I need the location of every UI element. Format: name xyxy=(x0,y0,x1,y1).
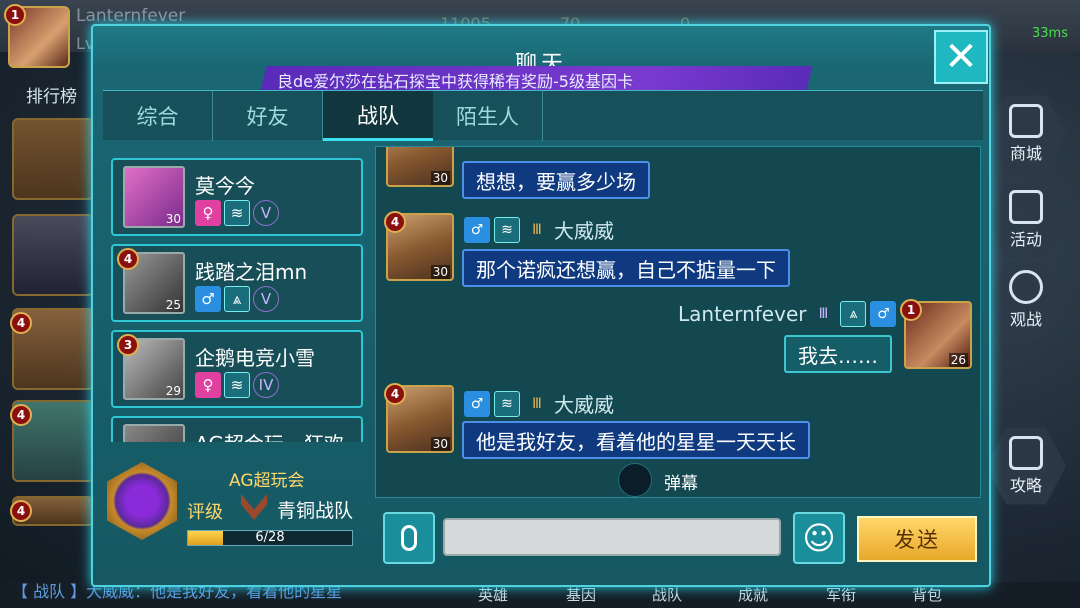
team-rank: 青铜战队 xyxy=(277,500,354,522)
book-icon xyxy=(1009,436,1043,470)
eye-icon xyxy=(1009,270,1043,304)
guide-button[interactable]: 攻略 xyxy=(986,426,1066,506)
nav-genes[interactable]: 基因 xyxy=(566,584,596,605)
male-icon: ♂ xyxy=(195,286,221,312)
nav-backpack[interactable]: 背包 xyxy=(912,584,942,605)
sender-badge: 1 xyxy=(900,299,922,321)
member-name: AG超会玩，狂欢 xyxy=(195,428,344,442)
nav-military-rank[interactable]: 军衔 xyxy=(826,584,856,605)
rank-chevron-icon: ≋ xyxy=(224,200,250,226)
sender-info: Lanternfever Ⅲ ⩓ ♂ xyxy=(678,301,897,327)
chat-modal: 聊天 良de爱尔莎在钻石探宝中获得稀有奖励-5级基因卡 ✕ 综合 好友 战队 陌… xyxy=(91,24,991,587)
sender-info: ♂ ≋ Ⅲ 大威威 xyxy=(464,215,614,244)
player-level-badge: 1 xyxy=(4,4,26,26)
rank-badge: 4 xyxy=(10,500,32,522)
female-icon: ♀ xyxy=(195,372,221,398)
chat-tabs: 综合 好友 战队 陌生人 xyxy=(103,90,983,141)
danmu-icon xyxy=(618,463,652,497)
team-emblem-icon xyxy=(107,462,177,540)
chat-input-bar: ☺ 发送 xyxy=(375,506,981,576)
ping-indicator: 33ms xyxy=(1032,26,1068,41)
tab-team[interactable]: 战队 xyxy=(323,91,433,141)
male-icon: ♂ xyxy=(870,301,897,327)
voice-button[interactable] xyxy=(383,512,435,564)
team-name: AG超玩会 xyxy=(229,471,305,491)
male-icon: ♂ xyxy=(464,390,490,417)
rank-chevron-icon: ⩓ xyxy=(840,301,867,327)
bookmark-icon xyxy=(1009,190,1043,224)
member-item[interactable]: 25 4 践踏之泪mn ♂ ⩓ V xyxy=(111,244,363,322)
player-name: Lanternfever xyxy=(76,6,186,26)
member-badge: 3 xyxy=(117,334,139,356)
tab-general[interactable]: 综合 xyxy=(103,91,213,141)
rank-chevron-icon: ⩓ xyxy=(224,286,250,312)
laurel-rank-icon: Ⅲ xyxy=(532,221,542,238)
bronze-rank-icon xyxy=(241,494,267,520)
vip-rank-icon: V xyxy=(253,200,279,226)
member-item[interactable]: 29 3 企鹅电竞小雪 ♀ ≋ IV xyxy=(111,330,363,408)
leaderboard-avatar[interactable] xyxy=(12,214,94,296)
member-item[interactable]: AG超会玩，狂欢 xyxy=(111,416,363,442)
rank-chevron-icon: ≋ xyxy=(494,390,520,417)
sender-name: 大威威 xyxy=(554,393,614,417)
leaderboard-avatar[interactable] xyxy=(12,118,94,200)
rank-badge: 4 xyxy=(10,404,32,426)
sender-badge: 4 xyxy=(384,211,406,233)
sender-name: Lanternfever xyxy=(678,302,807,326)
progress-text: 6/28 xyxy=(255,530,285,545)
nav-heroes[interactable]: 英雄 xyxy=(478,584,508,605)
sender-badge: 4 xyxy=(384,383,406,405)
emoji-button[interactable]: ☺ xyxy=(793,512,845,564)
rank-chevron-icon: ≋ xyxy=(224,372,250,398)
shop-cart-icon xyxy=(1009,104,1043,138)
chat-input[interactable] xyxy=(443,518,781,556)
team-info: AG超玩会 评级 青铜战队 6/28 xyxy=(103,458,373,553)
member-item[interactable]: 30 莫今今 ♀ ≋ V xyxy=(111,158,363,236)
spectate-button[interactable]: 观战 xyxy=(986,260,1066,340)
send-button[interactable]: 发送 xyxy=(857,516,977,562)
sender-info: ♂ ≋ Ⅲ 大威威 xyxy=(464,389,614,418)
male-icon: ♂ xyxy=(464,216,490,243)
member-avatar xyxy=(123,424,185,442)
tab-strangers[interactable]: 陌生人 xyxy=(433,91,543,141)
vip-rank-icon: V xyxy=(253,286,279,312)
member-name: 企鹅电竞小雪 xyxy=(195,346,315,370)
sender-avatar[interactable]: 30 xyxy=(386,147,454,187)
danmu-label: 弹幕 xyxy=(664,474,698,494)
chat-message-area[interactable]: 30 想想，要赢多少场 30 4 ♂ ≋ Ⅲ 大威威 那个诺疯还想赢，自己不掂量… xyxy=(375,146,981,498)
laurel-rank-icon: Ⅲ xyxy=(818,306,829,322)
member-name: 莫今今 xyxy=(195,174,255,198)
events-button[interactable]: 活动 xyxy=(986,180,1066,260)
my-chat-bubble: 我去…… xyxy=(784,335,892,373)
rank-chevron-icon: ≋ xyxy=(494,216,520,243)
laurel-rank-icon: Ⅲ xyxy=(532,395,542,412)
chat-bubble: 那个诺疯还想赢，自己不掂量一下 xyxy=(462,249,790,287)
sender-name: 大威威 xyxy=(554,219,614,243)
team-progress-bar: 6/28 xyxy=(187,530,353,546)
vip-rank-icon: IV xyxy=(253,372,279,398)
team-member-list: 30 莫今今 ♀ ≋ V 25 4 践踏之泪mn ♂ ⩓ V 29 3 企鹅电竞… xyxy=(111,154,367,442)
nav-team[interactable]: 战队 xyxy=(652,584,682,605)
nav-achievements[interactable]: 成就 xyxy=(738,584,768,605)
shop-button[interactable]: 商城 xyxy=(986,94,1066,174)
rating-label: 评级 xyxy=(187,502,223,523)
member-name: 践踏之泪mn xyxy=(195,260,308,284)
tab-friends[interactable]: 好友 xyxy=(213,91,323,141)
rank-badge: 4 xyxy=(10,312,32,334)
leaderboard-label[interactable]: 排行榜 xyxy=(26,82,77,107)
member-avatar: 30 xyxy=(123,166,185,228)
smiley-icon: ☺ xyxy=(802,519,836,557)
microphone-icon xyxy=(401,525,417,551)
female-icon: ♀ xyxy=(195,200,221,226)
member-badge: 4 xyxy=(117,248,139,270)
chat-bubble: 他是我好友，看着他的星星一天天长 xyxy=(462,421,810,459)
chat-bubble: 想想，要赢多少场 xyxy=(462,161,650,199)
danmu-toggle[interactable]: 弹幕 xyxy=(606,463,766,497)
close-button[interactable]: ✕ xyxy=(934,30,988,84)
